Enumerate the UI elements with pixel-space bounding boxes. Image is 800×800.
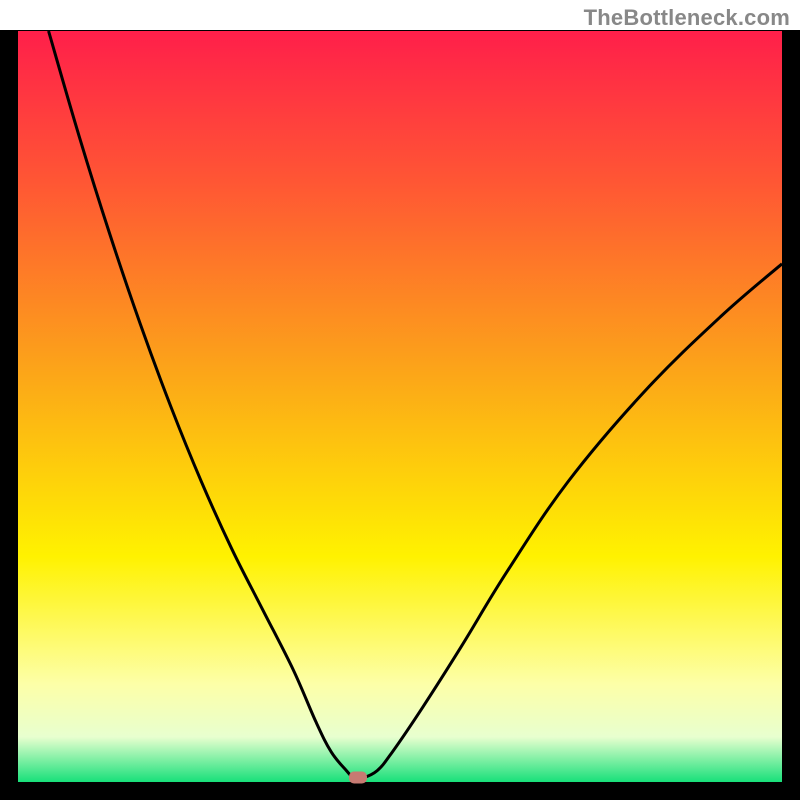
plot-background xyxy=(18,31,782,782)
chart-svg xyxy=(0,0,800,800)
chart-container: { "watermark": "TheBottleneck.com", "cha… xyxy=(0,0,800,800)
watermark-text: TheBottleneck.com xyxy=(584,5,790,31)
minimum-marker xyxy=(349,771,367,783)
